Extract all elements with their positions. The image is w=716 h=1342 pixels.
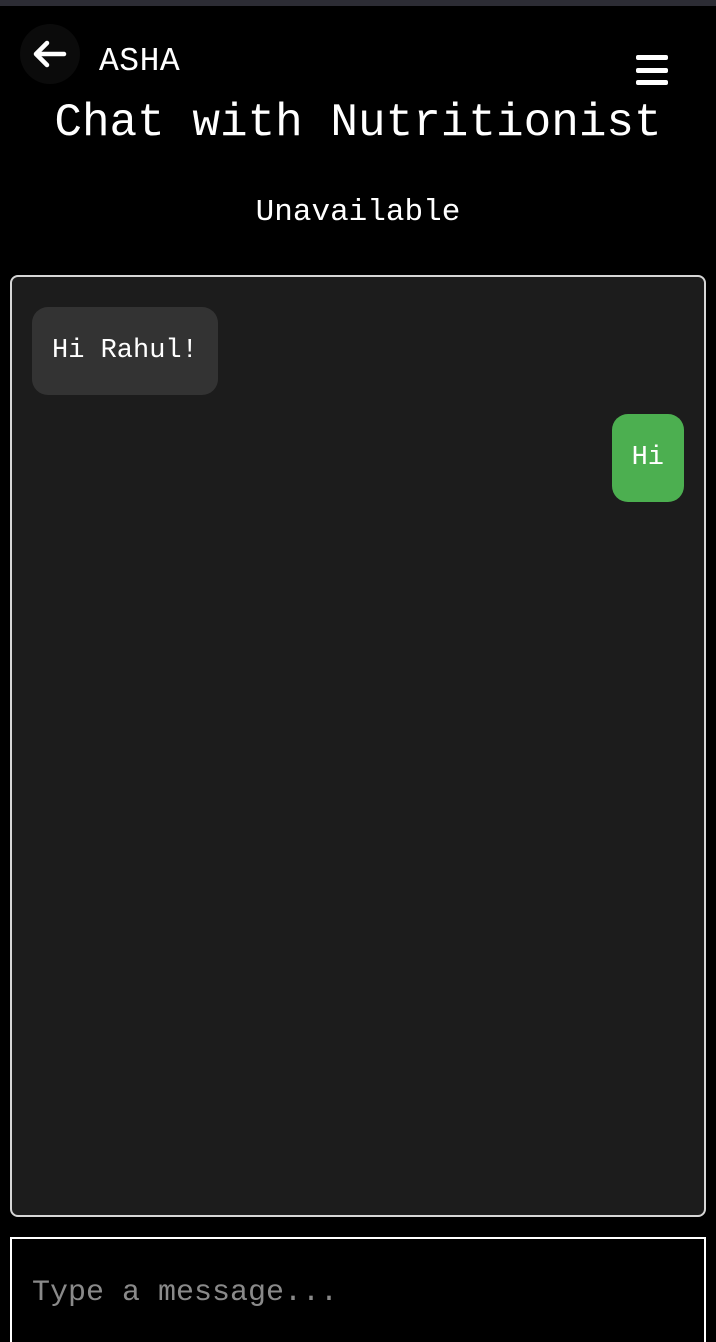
message-input[interactable] (10, 1237, 706, 1342)
arrow-left-icon (33, 40, 67, 68)
message-list[interactable]: Hi Rahul! Hi (10, 275, 706, 1217)
status-bar-divider (0, 0, 716, 6)
back-button[interactable] (20, 24, 80, 84)
page-title: Chat with Nutritionist (54, 97, 662, 149)
app-name: ASHA (99, 43, 181, 80)
received-message-bubble: Hi Rahul! (32, 307, 218, 395)
chat-screen: ASHA Chat with Nutritionist Unavailable … (0, 0, 716, 1342)
sent-message-bubble: Hi (611, 414, 684, 502)
availability-status: Unavailable (255, 195, 461, 230)
menu-button[interactable] (630, 50, 674, 90)
hamburger-menu-icon (636, 55, 668, 60)
